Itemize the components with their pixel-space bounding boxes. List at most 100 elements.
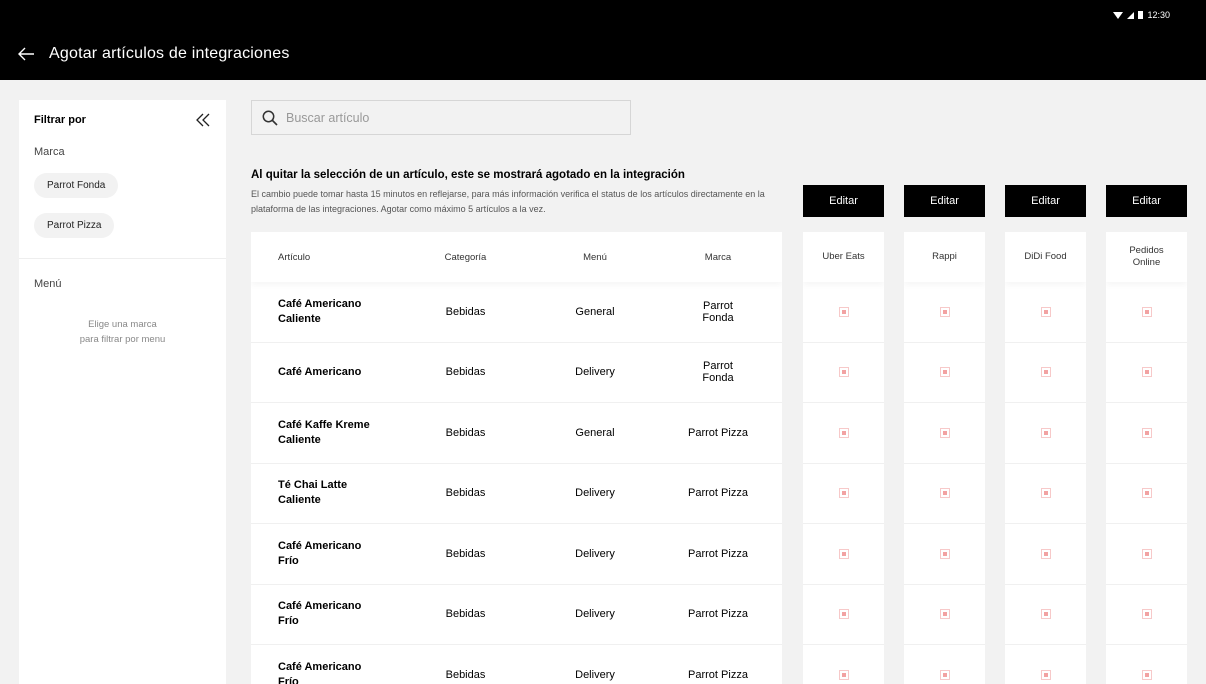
header-category: Categoría — [444, 251, 487, 263]
article-category: Bebidas — [445, 426, 486, 439]
availability-checkbox[interactable] — [1040, 609, 1051, 620]
article-name: Café Americano Caliente — [278, 297, 362, 325]
page-title: Agotar artículos de integraciones — [49, 45, 290, 62]
table-row: Café Americano Caliente Bebidas General P… — [251, 282, 782, 343]
wifi-icon — [1113, 11, 1124, 19]
integration-header: Pedidos Online — [1106, 232, 1187, 282]
article-brand: Parrot Pizza — [688, 608, 748, 621]
availability-checkbox[interactable] — [939, 427, 950, 438]
article-brand: Parrot Pizza — [688, 547, 748, 560]
article-menu: Delivery — [575, 608, 615, 621]
article-menu: General — [575, 305, 615, 318]
article-brand: Parrot Pizza — [688, 487, 748, 500]
availability-checkbox[interactable] — [838, 427, 849, 438]
availability-checkbox[interactable] — [939, 488, 950, 499]
article-category: Bebidas — [445, 608, 486, 621]
edit-button-rappi[interactable]: Editar — [904, 185, 985, 217]
table-row: Café Americano Frío Bebidas Delivery Parr… — [251, 645, 782, 684]
filter-sidebar: Filtrar por Marca Parrot Fonda Parrot Pi… — [19, 100, 226, 684]
table-row: Café Americano Bebidas Delivery Parrot F… — [251, 343, 782, 403]
back-arrow-icon[interactable] — [16, 44, 36, 64]
filter-title: Filtrar por — [34, 114, 86, 126]
availability-checkbox[interactable] — [838, 367, 849, 378]
availability-checkbox[interactable] — [939, 609, 950, 620]
search-input[interactable] — [286, 110, 586, 125]
status-time: 12:30 — [1147, 10, 1170, 20]
availability-checkbox[interactable] — [1141, 488, 1152, 499]
app-bar: 12:30 Agotar artículos de integraciones — [0, 0, 1206, 80]
availability-checkbox[interactable] — [939, 669, 950, 680]
integration-header: Rappi — [904, 232, 985, 282]
brand-label: Marca — [34, 146, 65, 158]
availability-checkbox[interactable] — [1040, 427, 1051, 438]
integration-column-pedidos-online: Pedidos Online — [1106, 232, 1187, 684]
edit-button-uber-eats[interactable]: Editar — [803, 185, 884, 217]
article-category: Bebidas — [445, 668, 486, 681]
availability-checkbox[interactable] — [1141, 609, 1152, 620]
article-category: Bebidas — [445, 305, 486, 318]
article-category: Bebidas — [445, 366, 486, 379]
availability-checkbox[interactable] — [838, 548, 849, 559]
table-row: Café Americano Frío Bebidas Delivery Parr… — [251, 585, 782, 645]
availability-checkbox[interactable] — [1040, 669, 1051, 680]
edit-button-pedidos-online[interactable]: Editar — [1106, 185, 1187, 217]
article-brand: Parrot Pizza — [688, 668, 748, 681]
articles-table: Artículo Categoría Menú Marca Café Ameri… — [251, 232, 782, 684]
article-brand: Parrot Fonda — [702, 360, 734, 385]
availability-checkbox[interactable] — [1141, 548, 1152, 559]
table-row: Té Chai Latte Caliente Bebidas Delivery P… — [251, 464, 782, 524]
article-brand: Parrot Pizza — [688, 426, 748, 439]
availability-checkbox[interactable] — [1040, 488, 1051, 499]
availability-checkbox[interactable] — [1141, 306, 1152, 317]
header-menu: Menú — [583, 251, 607, 263]
availability-checkbox[interactable] — [939, 548, 950, 559]
table-row: Café Kaffe Kreme Caliente Bebidas General… — [251, 403, 782, 464]
availability-checkbox[interactable] — [1141, 427, 1152, 438]
info-description: El cambio puede tomar hasta 15 minutos e… — [251, 189, 765, 214]
article-brand: Parrot Fonda — [702, 299, 734, 324]
search-box[interactable] — [251, 100, 631, 135]
availability-checkbox[interactable] — [1040, 367, 1051, 378]
header-article: Artículo — [278, 251, 311, 263]
integration-column-rappi: Rappi — [904, 232, 985, 684]
search-icon — [262, 110, 278, 126]
status-bar: 12:30 — [1113, 10, 1170, 20]
availability-checkbox[interactable] — [1040, 548, 1051, 559]
article-name: Café Americano — [278, 365, 362, 378]
integration-column-uber-eats: Uber Eats — [803, 232, 884, 684]
article-menu: Delivery — [575, 487, 615, 500]
article-name: Café Americano Frío — [278, 600, 362, 628]
collapse-sidebar-icon[interactable] — [195, 113, 211, 127]
availability-checkbox[interactable] — [838, 488, 849, 499]
edit-button-didi-food[interactable]: Editar — [1005, 185, 1086, 217]
availability-checkbox[interactable] — [838, 609, 849, 620]
integration-column-didi-food: DiDi Food — [1005, 232, 1086, 684]
availability-checkbox[interactable] — [939, 367, 950, 378]
menu-label: Menú — [34, 278, 62, 290]
info-title: Al quitar la selección de un artículo, e… — [251, 169, 685, 181]
availability-checkbox[interactable] — [838, 669, 849, 680]
menu-hint-line1: Elige una marca — [88, 319, 157, 330]
integration-header: DiDi Food — [1005, 232, 1086, 282]
menu-hint-line2: para filtrar por menu — [79, 334, 166, 345]
brand-chip-parrot-fonda[interactable]: Parrot Fonda — [34, 173, 119, 198]
table-row: Café Americano Frío Bebidas Delivery Parr… — [251, 524, 782, 585]
battery-icon — [1138, 11, 1144, 19]
article-menu: Delivery — [575, 547, 615, 560]
article-name: Café Americano Frío — [278, 660, 362, 684]
table-header: Artículo Categoría Menú Marca — [251, 232, 782, 282]
article-menu: Delivery — [575, 366, 615, 379]
article-menu: General — [575, 426, 615, 439]
brand-chip-parrot-pizza[interactable]: Parrot Pizza — [34, 213, 115, 238]
signal-icon — [1127, 11, 1135, 19]
divider — [19, 258, 226, 259]
availability-checkbox[interactable] — [939, 306, 950, 317]
availability-checkbox[interactable] — [1040, 306, 1051, 317]
article-name: Café Kaffe Kreme Caliente — [278, 418, 370, 446]
article-name: Té Chai Latte Caliente — [278, 479, 348, 507]
availability-checkbox[interactable] — [1141, 367, 1152, 378]
availability-checkbox[interactable] — [1141, 669, 1152, 680]
header-brand: Marca — [704, 251, 732, 263]
article-menu: Delivery — [575, 668, 615, 681]
availability-checkbox[interactable] — [838, 306, 849, 317]
